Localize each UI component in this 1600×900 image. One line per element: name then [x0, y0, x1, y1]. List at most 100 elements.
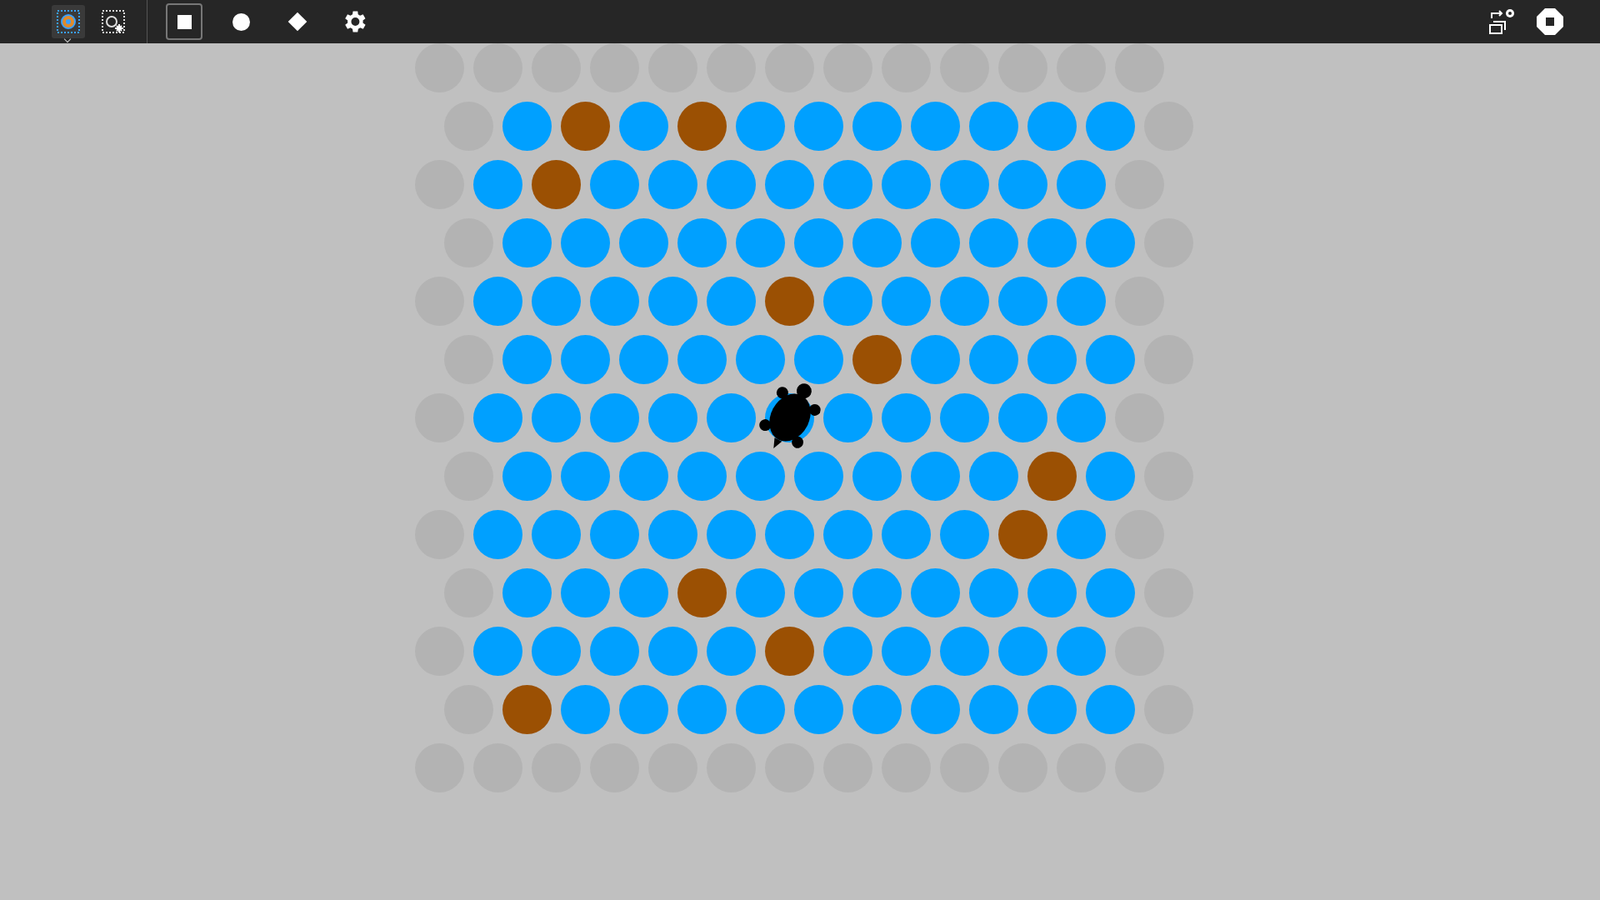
- settings-button[interactable]: [335, 3, 373, 40]
- board-cell[interactable]: [852, 568, 902, 618]
- board-cell[interactable]: [969, 335, 1019, 385]
- board-cell[interactable]: [619, 451, 669, 501]
- board-cell[interactable]: [619, 685, 669, 735]
- board-cell[interactable]: [881, 160, 931, 210]
- diamond-button[interactable]: [279, 3, 316, 40]
- board-cell[interactable]: [1027, 685, 1077, 735]
- board-cell[interactable]: [590, 510, 640, 560]
- square-button[interactable]: [165, 3, 203, 40]
- board-cell[interactable]: [677, 335, 727, 385]
- board-cell[interactable]: [735, 335, 785, 385]
- board-cell[interactable]: [560, 335, 610, 385]
- board-cell[interactable]: [502, 335, 552, 385]
- board-cell[interactable]: [706, 393, 756, 443]
- board-cell[interactable]: [473, 393, 523, 443]
- board-cell[interactable]: [560, 685, 610, 735]
- board-cell[interactable]: [1027, 335, 1077, 385]
- board-cell[interactable]: [1027, 568, 1077, 618]
- board-cell[interactable]: [852, 218, 902, 268]
- scene-button[interactable]: [96, 5, 130, 39]
- board-cell[interactable]: [823, 393, 873, 443]
- board-cell[interactable]: [765, 393, 815, 443]
- costume-button[interactable]: [51, 5, 85, 39]
- board-cell[interactable]: [969, 218, 1019, 268]
- board-cell[interactable]: [1056, 160, 1106, 210]
- board-cell[interactable]: [619, 568, 669, 618]
- board-cell[interactable]: [473, 626, 523, 676]
- board-cell[interactable]: [1085, 685, 1135, 735]
- board-cell[interactable]: [706, 626, 756, 676]
- board-cell[interactable]: [910, 101, 960, 151]
- board-cell[interactable]: [998, 276, 1048, 326]
- board-cell[interactable]: [648, 510, 698, 560]
- board-cell[interactable]: [910, 568, 960, 618]
- board-cell[interactable]: [531, 276, 581, 326]
- board-cell[interactable]: [590, 626, 640, 676]
- board-cell[interactable]: [765, 510, 815, 560]
- board-cell[interactable]: [590, 160, 640, 210]
- board-cell[interactable]: [531, 626, 581, 676]
- board-cell[interactable]: [852, 101, 902, 151]
- board-cell[interactable]: [473, 276, 523, 326]
- board-cell[interactable]: [823, 510, 873, 560]
- board-cell[interactable]: [531, 510, 581, 560]
- export-settings-button[interactable]: [1486, 5, 1520, 39]
- board-cell[interactable]: [502, 451, 552, 501]
- board-cell[interactable]: [502, 568, 552, 618]
- board-cell[interactable]: [852, 451, 902, 501]
- board-cell[interactable]: [648, 626, 698, 676]
- board-cell[interactable]: [648, 160, 698, 210]
- board-cell[interactable]: [969, 685, 1019, 735]
- board-cell[interactable]: [794, 101, 844, 151]
- board-cell[interactable]: [677, 451, 727, 501]
- board-cell[interactable]: [1056, 393, 1106, 443]
- board-cell[interactable]: [910, 335, 960, 385]
- board-cell[interactable]: [619, 101, 669, 151]
- board-cell[interactable]: [619, 335, 669, 385]
- board-cell[interactable]: [1085, 335, 1135, 385]
- board-cell[interactable]: [1085, 451, 1135, 501]
- board-cell[interactable]: [940, 626, 990, 676]
- board-cell[interactable]: [910, 451, 960, 501]
- board-cell[interactable]: [1085, 218, 1135, 268]
- board-cell[interactable]: [1027, 101, 1077, 151]
- board-cell[interactable]: [852, 685, 902, 735]
- board-cell[interactable]: [969, 451, 1019, 501]
- stop-button[interactable]: [1533, 5, 1567, 39]
- board-cell[interactable]: [590, 276, 640, 326]
- board-cell[interactable]: [706, 510, 756, 560]
- board-cell[interactable]: [560, 568, 610, 618]
- board-cell[interactable]: [881, 626, 931, 676]
- board-cell[interactable]: [940, 160, 990, 210]
- board-cell[interactable]: [794, 685, 844, 735]
- board-cell[interactable]: [969, 101, 1019, 151]
- board-cell[interactable]: [881, 276, 931, 326]
- board-cell[interactable]: [1056, 510, 1106, 560]
- board-cell[interactable]: [794, 218, 844, 268]
- circle-button[interactable]: [222, 3, 260, 40]
- board-cell[interactable]: [1085, 101, 1135, 151]
- board-cell[interactable]: [473, 510, 523, 560]
- board-cell[interactable]: [1056, 626, 1106, 676]
- board-cell[interactable]: [735, 685, 785, 735]
- board-cell[interactable]: [590, 393, 640, 443]
- board-cell[interactable]: [706, 276, 756, 326]
- board-cell[interactable]: [677, 218, 727, 268]
- board-cell[interactable]: [648, 276, 698, 326]
- board-cell[interactable]: [560, 451, 610, 501]
- board-cell[interactable]: [619, 218, 669, 268]
- board-cell[interactable]: [998, 393, 1048, 443]
- board-cell[interactable]: [910, 218, 960, 268]
- board-cell[interactable]: [765, 160, 815, 210]
- board-cell[interactable]: [735, 218, 785, 268]
- board-cell[interactable]: [473, 160, 523, 210]
- board-cell[interactable]: [1085, 568, 1135, 618]
- board-cell[interactable]: [794, 568, 844, 618]
- board-cell[interactable]: [1027, 218, 1077, 268]
- board-cell[interactable]: [794, 335, 844, 385]
- board-cell[interactable]: [706, 160, 756, 210]
- board-cell[interactable]: [677, 685, 727, 735]
- board-cell[interactable]: [940, 393, 990, 443]
- board-cell[interactable]: [735, 451, 785, 501]
- board-cell[interactable]: [998, 626, 1048, 676]
